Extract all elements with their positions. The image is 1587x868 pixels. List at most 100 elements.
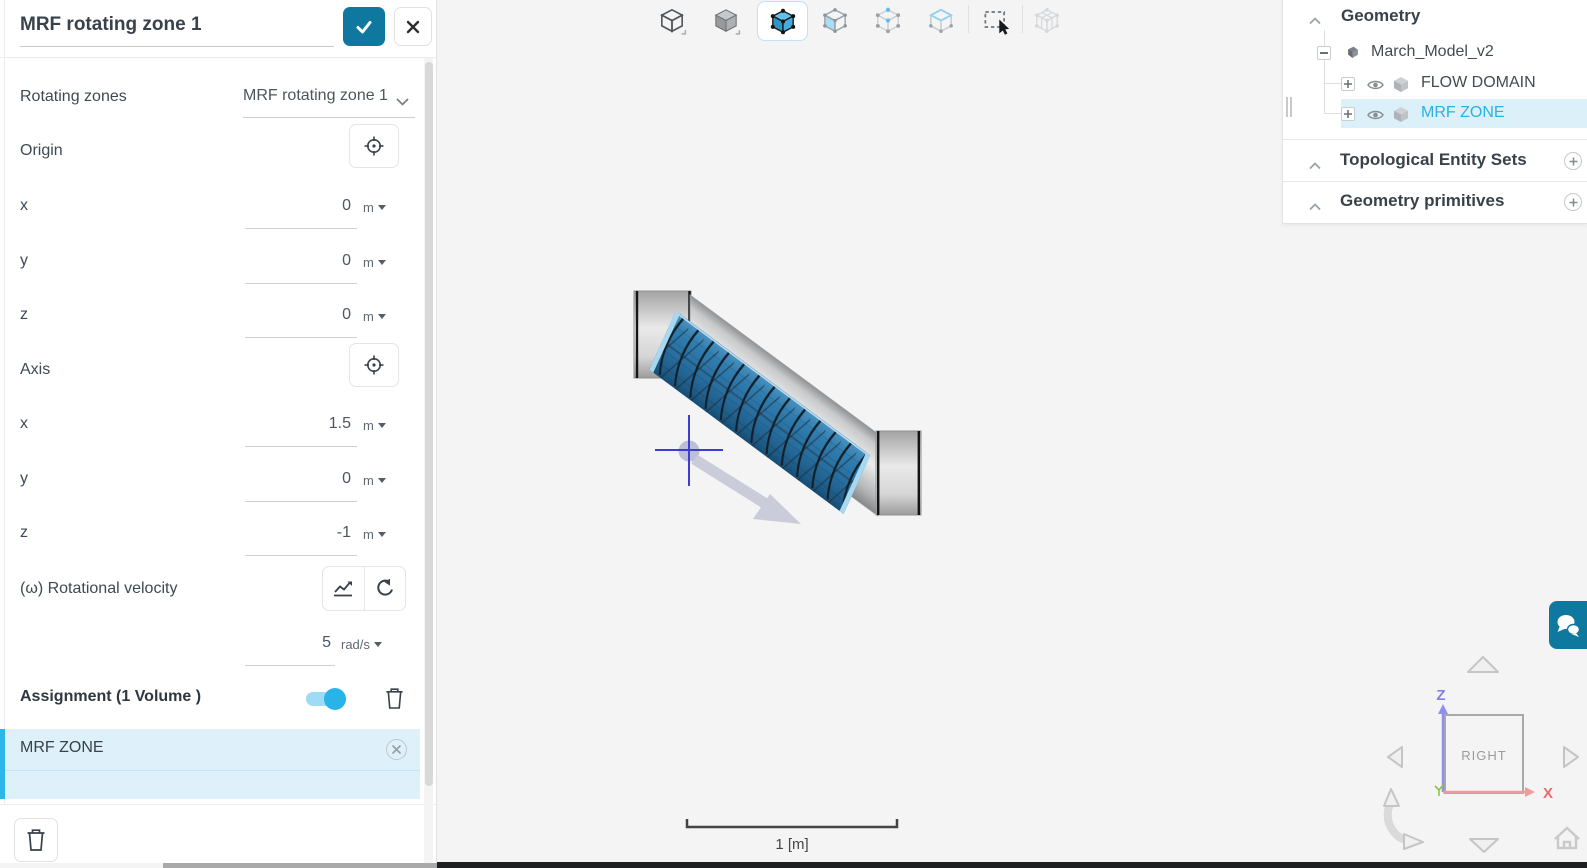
select-assembly-tool xyxy=(1029,1,1065,39)
title-underline xyxy=(20,46,334,47)
select-vertices-icon xyxy=(875,7,901,34)
velocity-input[interactable]: 5 xyxy=(245,634,331,652)
tree-item-mrf-zone[interactable]: MRF ZONE xyxy=(1421,104,1505,122)
caret-down-icon xyxy=(373,642,382,647)
close-icon xyxy=(406,20,420,33)
wireframe-cube-icon xyxy=(660,8,687,35)
rotating-zones-select[interactable]: MRF rotating zone 1 xyxy=(243,87,393,105)
origin-x-unit-select[interactable]: m xyxy=(363,200,386,215)
cancel-button[interactable] xyxy=(394,7,432,46)
primitives-section-header[interactable]: Geometry primitives xyxy=(1340,191,1504,211)
select-faces-tool[interactable] xyxy=(817,1,853,39)
velocity-unit-select[interactable]: rad/s xyxy=(341,637,382,652)
axis-pick-button[interactable] xyxy=(349,343,399,387)
navigation-compass: RIGHT Z X xyxy=(1383,656,1580,853)
rotate-up-button[interactable] xyxy=(1467,656,1499,673)
select-underline xyxy=(243,117,415,118)
selection-accent-bar xyxy=(0,729,5,799)
select-faces-icon xyxy=(823,8,847,33)
undo-rotate-icon xyxy=(377,578,393,596)
expand-mrf-zone-button[interactable] xyxy=(1341,107,1355,121)
flow-domain-outlet-block[interactable] xyxy=(875,430,922,516)
rotate-down-button[interactable] xyxy=(1469,838,1499,853)
check-icon xyxy=(356,20,372,33)
origin-y-input[interactable]: 0 xyxy=(245,252,351,270)
axis-y-label: y xyxy=(20,470,28,487)
select-edges-tool[interactable] xyxy=(923,1,959,39)
origin-y-unit-select[interactable]: m xyxy=(363,255,386,270)
rotate-right-button[interactable] xyxy=(1563,746,1579,768)
axis-x-input[interactable]: 1.5 xyxy=(245,415,351,433)
axis-x-label: x xyxy=(20,415,28,432)
tree-item-flow-domain[interactable]: FLOW DOMAIN xyxy=(1421,74,1536,92)
collapse-geometry-icon[interactable] xyxy=(1309,12,1321,30)
cad-model-icon xyxy=(1348,46,1358,58)
remove-assignment-button[interactable] xyxy=(386,739,407,760)
home-view-button[interactable] xyxy=(1554,826,1580,850)
reset-value-button[interactable] xyxy=(365,567,406,610)
caret-down-icon xyxy=(377,423,386,428)
assignment-list: MRF ZONE xyxy=(0,729,420,799)
x-axis-label: X xyxy=(1543,785,1553,802)
axis-z-unit-select[interactable]: m xyxy=(363,527,386,542)
delete-zone-button[interactable] xyxy=(14,818,58,862)
zone-name-input[interactable]: MRF rotating zone 1 xyxy=(20,14,334,36)
collapse-topological-icon[interactable] xyxy=(1309,157,1321,175)
trash-icon xyxy=(386,688,403,709)
axis-label: Axis xyxy=(20,361,51,378)
axis-y-input[interactable]: 0 xyxy=(245,470,351,488)
axis-z-input[interactable]: -1 xyxy=(245,524,351,542)
view-style-tool[interactable] xyxy=(654,1,690,39)
chart-icon xyxy=(334,581,353,596)
toolbar-separator xyxy=(1022,5,1023,33)
panel-resize-handle[interactable] xyxy=(1286,97,1294,117)
origin-x-input[interactable]: 0 xyxy=(245,197,351,215)
tree-item-model[interactable]: March_Model_v2 xyxy=(1371,43,1494,61)
rotate-left-button[interactable] xyxy=(1387,746,1403,768)
roll-rotate-button[interactable] xyxy=(1383,788,1424,850)
assignment-item[interactable]: MRF ZONE xyxy=(20,739,104,757)
box-select-icon xyxy=(984,11,1010,35)
close-icon xyxy=(392,745,401,754)
toolbar-separator xyxy=(968,5,969,33)
origin-z-input[interactable]: 0 xyxy=(245,306,351,324)
add-topological-set-button[interactable] xyxy=(1564,152,1582,170)
collapse-model-button[interactable] xyxy=(1317,46,1331,60)
origin-pick-button[interactable] xyxy=(349,124,399,168)
select-volumes-tool[interactable] xyxy=(757,1,808,41)
select-vertices-tool[interactable] xyxy=(870,1,906,39)
header-divider xyxy=(0,57,437,58)
assignment-toggle-knob[interactable] xyxy=(324,688,346,710)
box-select-tool[interactable] xyxy=(977,1,1013,39)
chevron-down-icon[interactable] xyxy=(396,93,409,111)
visibility-eye-icon[interactable] xyxy=(1367,109,1384,121)
collapse-primitives-icon[interactable] xyxy=(1309,198,1321,216)
origin-z-unit-select[interactable]: m xyxy=(363,309,386,324)
caret-down-icon xyxy=(377,205,386,210)
topological-section-header[interactable]: Topological Entity Sets xyxy=(1340,150,1527,170)
panel-scrollbar[interactable] xyxy=(424,58,433,863)
settings-panel: MRF rotating zone 1 Rotating zones MRF r… xyxy=(0,0,437,863)
table-input-button[interactable] xyxy=(323,567,365,610)
visibility-eye-icon[interactable] xyxy=(1367,79,1384,91)
axis-x-unit-select[interactable]: m xyxy=(363,418,386,433)
caret-down-icon xyxy=(377,314,386,319)
clear-assignment-button[interactable] xyxy=(385,687,404,715)
chat-bubbles-icon xyxy=(1557,615,1581,637)
panel-scrollbar-thumb[interactable] xyxy=(424,62,433,786)
solid-render-tool[interactable] xyxy=(708,1,744,39)
assembly-cube-icon xyxy=(1035,8,1059,33)
origin-z-label: z xyxy=(20,306,28,323)
geometry-section-header[interactable]: Geometry xyxy=(1341,6,1420,26)
viewport-bottom-edge xyxy=(437,862,1587,868)
assignment-label: Assignment (1 Volume ) xyxy=(20,688,202,705)
panel-footer xyxy=(0,804,436,863)
geometry-tree-panel: Geometry March_Model_v2 FLOW DOMAIN MRF … xyxy=(1282,0,1587,224)
support-chat-button[interactable] xyxy=(1549,601,1587,649)
apply-button[interactable] xyxy=(343,7,385,46)
expand-flow-domain-button[interactable] xyxy=(1341,77,1355,91)
select-edges-icon xyxy=(928,8,954,33)
caret-down-icon xyxy=(377,532,386,537)
axis-y-unit-select[interactable]: m xyxy=(363,473,386,488)
add-primitive-button[interactable] xyxy=(1564,193,1582,211)
